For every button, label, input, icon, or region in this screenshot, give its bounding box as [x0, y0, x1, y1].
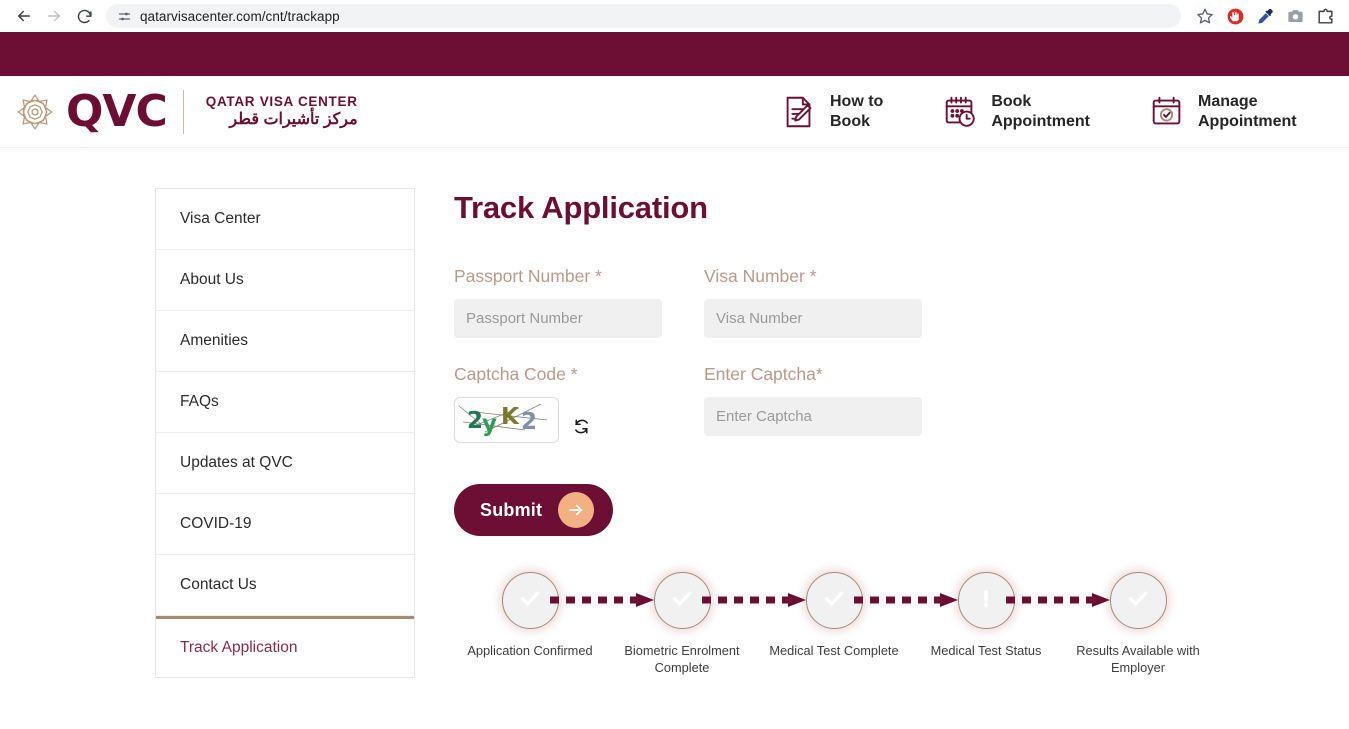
- reload-button[interactable]: [70, 2, 98, 30]
- sidebar-item-label: Amenities: [180, 332, 249, 349]
- logo-subtitle-en: QATAR VISA CENTER: [205, 94, 358, 110]
- enter-captcha-field: Enter Captcha*: [704, 364, 922, 443]
- sidebar-item-label: FAQs: [180, 393, 219, 410]
- back-button[interactable]: [10, 2, 38, 30]
- sidebar-item-about-us[interactable]: About Us: [156, 250, 414, 311]
- arrow-right-icon: [558, 492, 595, 528]
- exclamation-icon: [973, 585, 999, 616]
- top-brand-band: [0, 32, 1349, 76]
- nav-book-appointment[interactable]: Book Appointment: [941, 92, 1090, 132]
- eyedropper-icon[interactable]: [1251, 2, 1279, 30]
- logo-wordmark: QVC: [66, 85, 168, 137]
- qvc-star-ornament-icon: [14, 91, 56, 133]
- svg-text:y: y: [482, 411, 497, 437]
- check-icon: [517, 585, 543, 616]
- screenshot-camera-icon[interactable]: [1281, 2, 1309, 30]
- sidebar-item-contact-us[interactable]: Contact Us: [156, 555, 414, 616]
- passport-number-label: Passport Number *: [454, 266, 602, 286]
- sidebar-item-label: Updates at QVC: [180, 454, 293, 471]
- sidebar-item-visa-center[interactable]: Visa Center: [156, 189, 414, 250]
- sidebar-item-label: About Us: [180, 271, 244, 288]
- site-header: QVC QATAR VISA CENTER مركز تأشيرات قطر H…: [0, 76, 1349, 148]
- back-arrow-icon: [15, 7, 33, 25]
- svg-text:K: K: [501, 404, 520, 430]
- address-bar[interactable]: qatarvisacenter.com/cnt/trackapp: [106, 4, 1181, 28]
- logo-divider: [182, 89, 184, 134]
- bookmark-star-icon[interactable]: [1191, 2, 1219, 30]
- refresh-captcha-icon[interactable]: [571, 416, 591, 436]
- sidebar-item-amenities[interactable]: Amenities: [156, 311, 414, 372]
- site-settings-icon[interactable]: [114, 6, 134, 26]
- application-progress-stepper: Application Confirmed Biometric Enrolmen…: [454, 572, 1349, 677]
- sidebar-item-label: COVID-19: [180, 515, 252, 532]
- visa-number-input[interactable]: [704, 299, 922, 338]
- track-application-form: Passport Number * Visa Number * Captcha …: [454, 266, 1349, 536]
- step-label: Application Confirmed: [467, 643, 593, 658]
- sidebar-item-updates-at-qvc[interactable]: Updates at QVC: [156, 433, 414, 494]
- visa-number-field: Visa Number *: [704, 266, 922, 338]
- header-nav: How to Book Book Appointment Manage Appo…: [780, 92, 1297, 132]
- step-label: Biometric Enrolment Complete: [624, 643, 740, 676]
- captcha-code-field: Captcha Code * 2 y K 2: [454, 364, 662, 443]
- nav-book-appointment-label: Book Appointment: [991, 92, 1090, 130]
- sidebar-nav: Visa Center About Us Amenities FAQs Upda…: [155, 188, 415, 678]
- form-row-1: Passport Number * Visa Number *: [454, 266, 1349, 338]
- sidebar-item-faqs[interactable]: FAQs: [156, 372, 414, 433]
- reload-icon: [76, 8, 93, 25]
- forward-button[interactable]: [40, 2, 68, 30]
- step-results-available-with-employer: Results Available with Employer: [1062, 572, 1214, 677]
- nav-how-to-book[interactable]: How to Book: [780, 92, 883, 132]
- page-title: Track Application: [454, 190, 708, 225]
- step-medical-test-status: Medical Test Status: [910, 572, 1062, 659]
- captcha-row: 2 y K 2: [454, 397, 662, 443]
- enter-captcha-input[interactable]: [704, 397, 922, 436]
- passport-number-input[interactable]: [454, 299, 662, 338]
- svg-text:2: 2: [521, 409, 537, 435]
- step-biometric-enrolment-complete: Biometric Enrolment Complete: [606, 572, 758, 677]
- step-label: Results Available with Employer: [1076, 643, 1200, 676]
- visa-number-label: Visa Number *: [704, 266, 817, 286]
- step-medical-test-complete: Medical Test Complete: [758, 572, 910, 659]
- captcha-code-label: Captcha Code *: [454, 364, 578, 384]
- sidebar-item-label: Contact Us: [180, 576, 257, 593]
- sidebar-item-label: Track Application: [180, 639, 298, 656]
- submit-button[interactable]: Submit: [454, 484, 613, 536]
- captcha-image: 2 y K 2: [454, 397, 559, 443]
- enter-captcha-label: Enter Captcha*: [704, 364, 823, 384]
- check-icon: [821, 585, 847, 616]
- step-circle: [1109, 572, 1167, 629]
- nav-how-to-book-label: How to Book: [830, 92, 884, 130]
- logo-subtitle-ar: مركز تأشيرات قطر: [229, 110, 358, 128]
- svg-text:2: 2: [467, 408, 483, 434]
- extensions-puzzle-icon[interactable]: [1311, 2, 1339, 30]
- site-logo[interactable]: QVC QATAR VISA CENTER مركز تأشيرات قطر: [0, 85, 358, 137]
- toolbar-actions: [1191, 2, 1339, 30]
- submit-button-label: Submit: [480, 499, 543, 520]
- check-icon: [669, 585, 695, 616]
- calendar-check-icon: [1148, 93, 1186, 131]
- forward-arrow-icon: [45, 7, 63, 25]
- passport-number-field: Passport Number *: [454, 266, 662, 338]
- nav-manage-appointment[interactable]: Manage Appointment: [1148, 92, 1297, 132]
- sidebar-item-track-application[interactable]: Track Application: [156, 616, 414, 677]
- document-pen-icon: [780, 93, 818, 131]
- step-application-confirmed: Application Confirmed: [454, 572, 606, 659]
- main-content: Track Application Passport Number * Visa…: [454, 188, 1349, 678]
- logo-subtitle: QATAR VISA CENTER مركز تأشيرات قطر: [206, 94, 358, 129]
- sidebar-item-label: Visa Center: [180, 210, 261, 227]
- address-bar-url: qatarvisacenter.com/cnt/trackapp: [140, 8, 340, 24]
- step-label: Medical Test Complete: [769, 643, 899, 658]
- calendar-clock-icon: [941, 93, 979, 131]
- check-icon: [1125, 585, 1151, 616]
- step-label: Medical Test Status: [930, 643, 1042, 658]
- adblock-icon[interactable]: [1221, 2, 1249, 30]
- nav-manage-appointment-label: Manage Appointment: [1197, 92, 1297, 130]
- page-body: Visa Center About Us Amenities FAQs Upda…: [0, 148, 1349, 678]
- form-row-2: Captcha Code * 2 y K 2 Enter Captcha* En…: [454, 364, 1349, 443]
- sidebar-item-covid-19[interactable]: COVID-19: [156, 494, 414, 555]
- browser-toolbar: qatarvisacenter.com/cnt/trackapp: [0, 0, 1349, 32]
